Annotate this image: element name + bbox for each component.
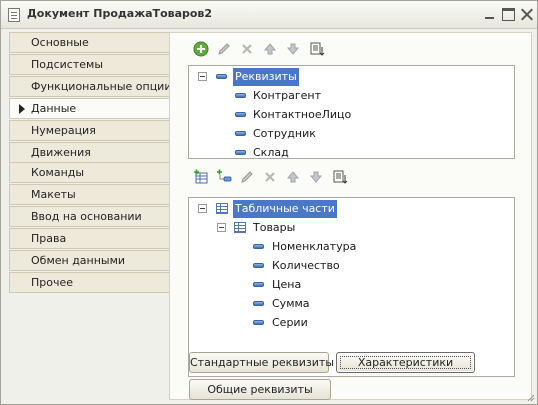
attributes-tree[interactable]: Реквизиты Контрагент КонтактноеЛицо Сотр… [188, 65, 515, 159]
sort-icon[interactable] [309, 41, 325, 57]
attribute-icon [253, 244, 264, 249]
focus-outline [340, 356, 471, 369]
tree-node-label: Товары [253, 221, 296, 234]
tree-node-attribute[interactable]: Контрагент [189, 87, 509, 105]
tree-node-label: Контрагент [253, 89, 322, 102]
sidebar-item-rights[interactable]: Права [9, 228, 169, 249]
attribute-icon [235, 112, 246, 117]
resize-grip-icon[interactable] [525, 392, 535, 402]
tree-node-label: КонтактноеЛицо [253, 108, 352, 121]
button-label: Общие реквизиты [207, 383, 313, 396]
title-bar: Документ ПродажаТоваров2 [1, 1, 537, 29]
close-icon[interactable] [520, 8, 533, 21]
attribute-icon [253, 263, 264, 268]
tree-node-column[interactable]: Сумма [189, 295, 509, 313]
collapse-icon[interactable] [198, 204, 207, 213]
minimize-icon[interactable] [483, 8, 496, 21]
tree-node-label: Цена [272, 278, 302, 291]
delete-icon[interactable] [262, 169, 278, 185]
sidebar-item-input-by-basis[interactable]: Ввод на основании [9, 206, 169, 227]
tree-node-column[interactable]: Номенклатура [189, 238, 509, 256]
sidebar-item-other[interactable]: Прочее [9, 272, 169, 293]
sidebar-item-label: Движения [31, 146, 91, 159]
tables-group-icon [216, 203, 228, 214]
sidebar-item-label: Прочее [31, 276, 74, 289]
standard-attributes-button[interactable]: Стандартные реквизиты [189, 352, 334, 373]
tree-node-column[interactable]: Количество [189, 257, 509, 275]
tree-node-label: Сумма [272, 297, 310, 310]
current-section-arrow-icon [19, 104, 25, 114]
sidebar-item-label: Основные [31, 36, 89, 49]
data-panel: Реквизиты Контрагент КонтактноеЛицо Сотр… [169, 32, 532, 400]
sidebar-item-movements[interactable]: Движения [9, 142, 169, 163]
tree-node-column[interactable]: Цена [189, 276, 509, 294]
delete-icon[interactable] [239, 41, 255, 57]
move-down-icon[interactable] [308, 169, 324, 185]
attribute-icon [235, 131, 246, 136]
add-icon[interactable] [193, 41, 209, 57]
tree-node-attribute[interactable]: Сотрудник [189, 125, 509, 143]
sidebar-item-label: Обмен данными [31, 254, 126, 267]
tree-node-label: Серии [272, 316, 308, 329]
edit-icon[interactable] [216, 41, 232, 57]
tree-node-label: Реквизиты [233, 68, 299, 86]
sidebar-item-label: Ввод на основании [31, 210, 142, 223]
sidebar-item-label: Макеты [31, 188, 76, 201]
add-attribute-icon[interactable] [216, 169, 232, 185]
button-label: Стандартные реквизиты [190, 356, 335, 369]
document-editor-window: Документ ПродажаТоваров2 Основные Подсис… [0, 0, 538, 405]
sidebar-item-main[interactable]: Основные [9, 32, 169, 53]
tree-node-label: Количество [272, 259, 340, 272]
attributes-toolbar [193, 41, 333, 61]
tree-node-tables-root[interactable]: Табличные части [189, 200, 509, 218]
tree-node-column[interactable]: Серии [189, 314, 509, 332]
sidebar-item-label: Подсистемы [31, 58, 104, 71]
window-title: Документ ПродажаТоваров2 [27, 7, 213, 20]
collapse-icon[interactable] [217, 223, 226, 232]
add-table-icon[interactable] [193, 169, 209, 185]
tree-node-attribute[interactable]: КонтактноеЛицо [189, 106, 509, 124]
sidebar-item-label: Данные [31, 102, 77, 115]
document-icon [8, 8, 20, 22]
sidebar-item-functional-options[interactable]: Функциональные опции [9, 76, 169, 97]
attribute-icon [235, 93, 246, 98]
sidebar-item-label: Команды [31, 166, 85, 179]
tree-node-attribute[interactable]: Склад [189, 144, 509, 159]
maximize-icon[interactable] [502, 8, 515, 21]
attribute-icon [235, 150, 246, 155]
sidebar-item-label: Функциональные опции [31, 80, 169, 93]
sidebar-item-label: Права [31, 232, 67, 245]
sidebar-item-label: Нумерация [31, 124, 96, 137]
tree-node-label: Сотрудник [253, 127, 316, 140]
sidebar-item-data[interactable]: Данные [9, 98, 171, 119]
attribute-icon [253, 282, 264, 287]
collapse-icon[interactable] [198, 72, 207, 81]
attribute-icon [253, 320, 264, 325]
attributes-group-icon [216, 74, 227, 79]
attribute-icon [253, 301, 264, 306]
sidebar-item-numbering[interactable]: Нумерация [9, 120, 169, 141]
table-icon [234, 222, 246, 233]
move-up-icon[interactable] [285, 169, 301, 185]
move-up-icon[interactable] [262, 41, 278, 57]
tree-node-label: Табличные части [233, 200, 337, 218]
sort-icon[interactable] [332, 169, 348, 185]
tree-node-table[interactable]: Товары [189, 219, 509, 237]
tables-tree[interactable]: Табличные части Товары Номенклатура Коли… [188, 197, 515, 377]
edit-icon[interactable] [239, 169, 255, 185]
characteristics-button[interactable]: Характеристики [336, 352, 475, 373]
tables-toolbar [193, 169, 353, 189]
sections-sidebar: Основные Подсистемы Функциональные опции… [9, 32, 171, 298]
move-down-icon[interactable] [285, 41, 301, 57]
sidebar-item-commands[interactable]: Команды [9, 162, 169, 183]
sidebar-item-data-exchange[interactable]: Обмен данными [9, 250, 169, 271]
common-attributes-button[interactable]: Общие реквизиты [189, 379, 331, 400]
tree-node-label: Склад [253, 146, 289, 159]
sidebar-item-subsystems[interactable]: Подсистемы [9, 54, 169, 75]
sidebar-item-templates[interactable]: Макеты [9, 184, 169, 205]
tree-node-label: Номенклатура [272, 240, 357, 253]
tree-node-attributes-root[interactable]: Реквизиты [189, 68, 509, 86]
